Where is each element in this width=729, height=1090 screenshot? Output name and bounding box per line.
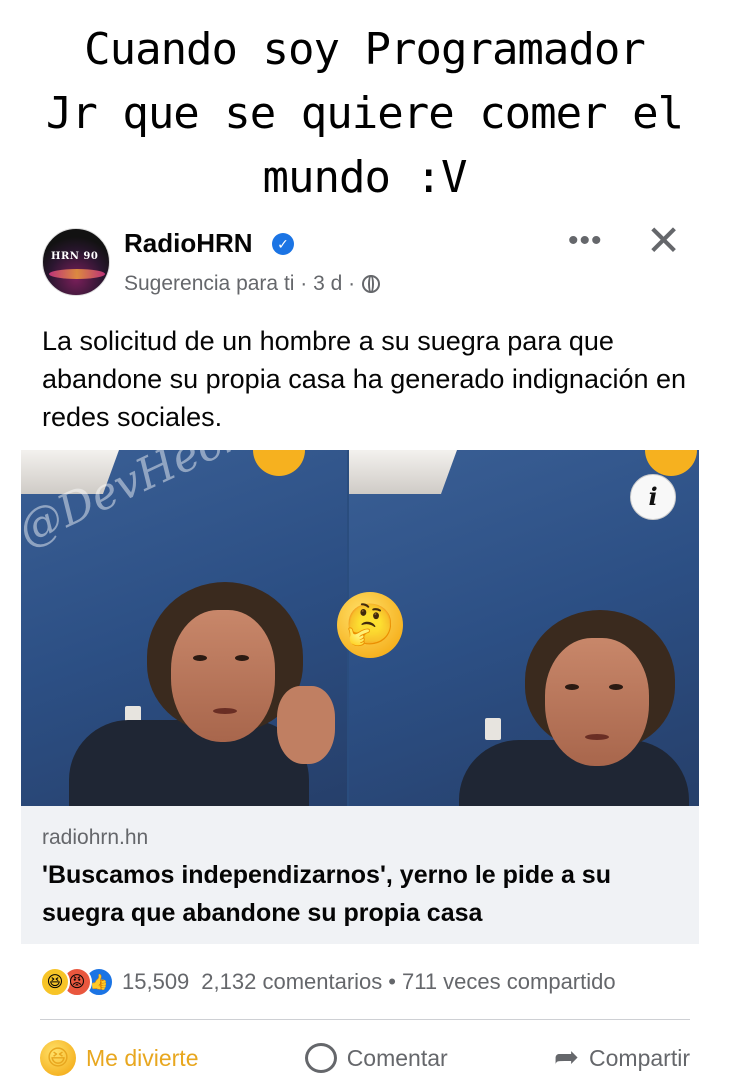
info-icon[interactable]: i (630, 474, 676, 520)
post-meta-text: Sugerencia para ti · 3 d · (124, 272, 356, 295)
wall-switch (485, 718, 501, 740)
react-button[interactable]: 😆 Me divierte (40, 1040, 198, 1076)
divider (40, 1019, 690, 1020)
comment-icon (304, 1043, 337, 1073)
share-button-label: Compartir (589, 1044, 690, 1071)
comment-button-label: Comentar (346, 1044, 448, 1071)
share-count[interactable]: 711 veces compartido (402, 969, 616, 995)
post-meta: Sugerencia para ti · 3 d · (124, 272, 381, 296)
reaction-count[interactable]: 15,509 (122, 969, 189, 995)
share-icon: ➦ (553, 1041, 580, 1074)
close-icon[interactable]: ✕ (646, 220, 681, 262)
link-preview-card[interactable]: radiohrn.hn 'Buscamos independizarnos', … (21, 806, 699, 944)
page-avatar[interactable]: HRN 90 (42, 228, 110, 296)
meme-caption: Cuando soy Programador Jr que se quiere … (45, 24, 684, 203)
avatar-logo-text: HRN 90 (51, 251, 99, 262)
post-text: La solicitud de un hombre a su suegra pa… (42, 326, 687, 432)
comment-button[interactable]: Comentar (304, 1043, 448, 1073)
link-title: 'Buscamos independizarnos', yerno le pid… (42, 861, 611, 927)
haha-reaction-icon[interactable]: 😆 (40, 967, 70, 997)
thinking-face-icon: 🤔 (337, 592, 403, 658)
share-button[interactable]: ➦ Compartir (554, 1043, 690, 1073)
engagement-stats: 😆 😡 👍 15,509 2,132 comentarios • 711 vec… (40, 962, 690, 1002)
post-actions: 😆 Me divierte Comentar ➦ Compartir (40, 1032, 690, 1084)
stats-separator: • (388, 969, 396, 994)
globe-icon (362, 275, 381, 293)
react-button-label: Me divierte (86, 1044, 199, 1071)
more-options-icon[interactable]: ••• (568, 226, 603, 256)
comment-count[interactable]: 2,132 comentarios (201, 969, 382, 995)
link-domain: radiohrn.hn (42, 826, 149, 849)
post-header: HRN 90 RadioHRN ✓ Sugerencia para ti · 3… (40, 220, 690, 302)
avatar-wave-graphic (49, 269, 105, 279)
verified-badge-icon: ✓ (272, 233, 294, 255)
ceiling (349, 450, 458, 494)
page-name-link[interactable]: RadioHRN (124, 228, 253, 259)
haha-icon: 😆 (40, 1040, 76, 1076)
